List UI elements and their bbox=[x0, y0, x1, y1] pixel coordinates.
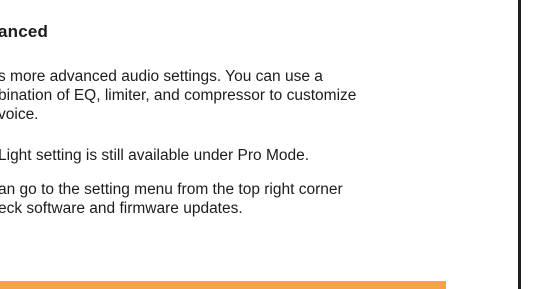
paragraph-setting-menu: an go to the setting menu from the top r… bbox=[0, 180, 343, 218]
paragraph-line: an go to the setting menu from the top r… bbox=[0, 181, 343, 198]
window-right-border bbox=[518, 0, 521, 289]
paragraph-line: voice. bbox=[0, 106, 39, 123]
footer-action-bar[interactable] bbox=[0, 281, 446, 289]
section-heading: anced bbox=[0, 22, 49, 41]
settings-info-panel: anced s more advanced audio settings. Yo… bbox=[0, 0, 520, 289]
paragraph-advanced-audio: s more advanced audio settings. You can … bbox=[0, 67, 356, 124]
paragraph-line: Light setting is still available under P… bbox=[0, 147, 310, 164]
paragraph-line: bination of EQ, limiter, and compressor … bbox=[0, 87, 357, 104]
paragraph-light-setting: Light setting is still available under P… bbox=[0, 146, 309, 165]
paragraph-line: eck software and firmware updates. bbox=[0, 200, 243, 217]
paragraph-line: s more advanced audio settings. You can … bbox=[0, 68, 323, 85]
